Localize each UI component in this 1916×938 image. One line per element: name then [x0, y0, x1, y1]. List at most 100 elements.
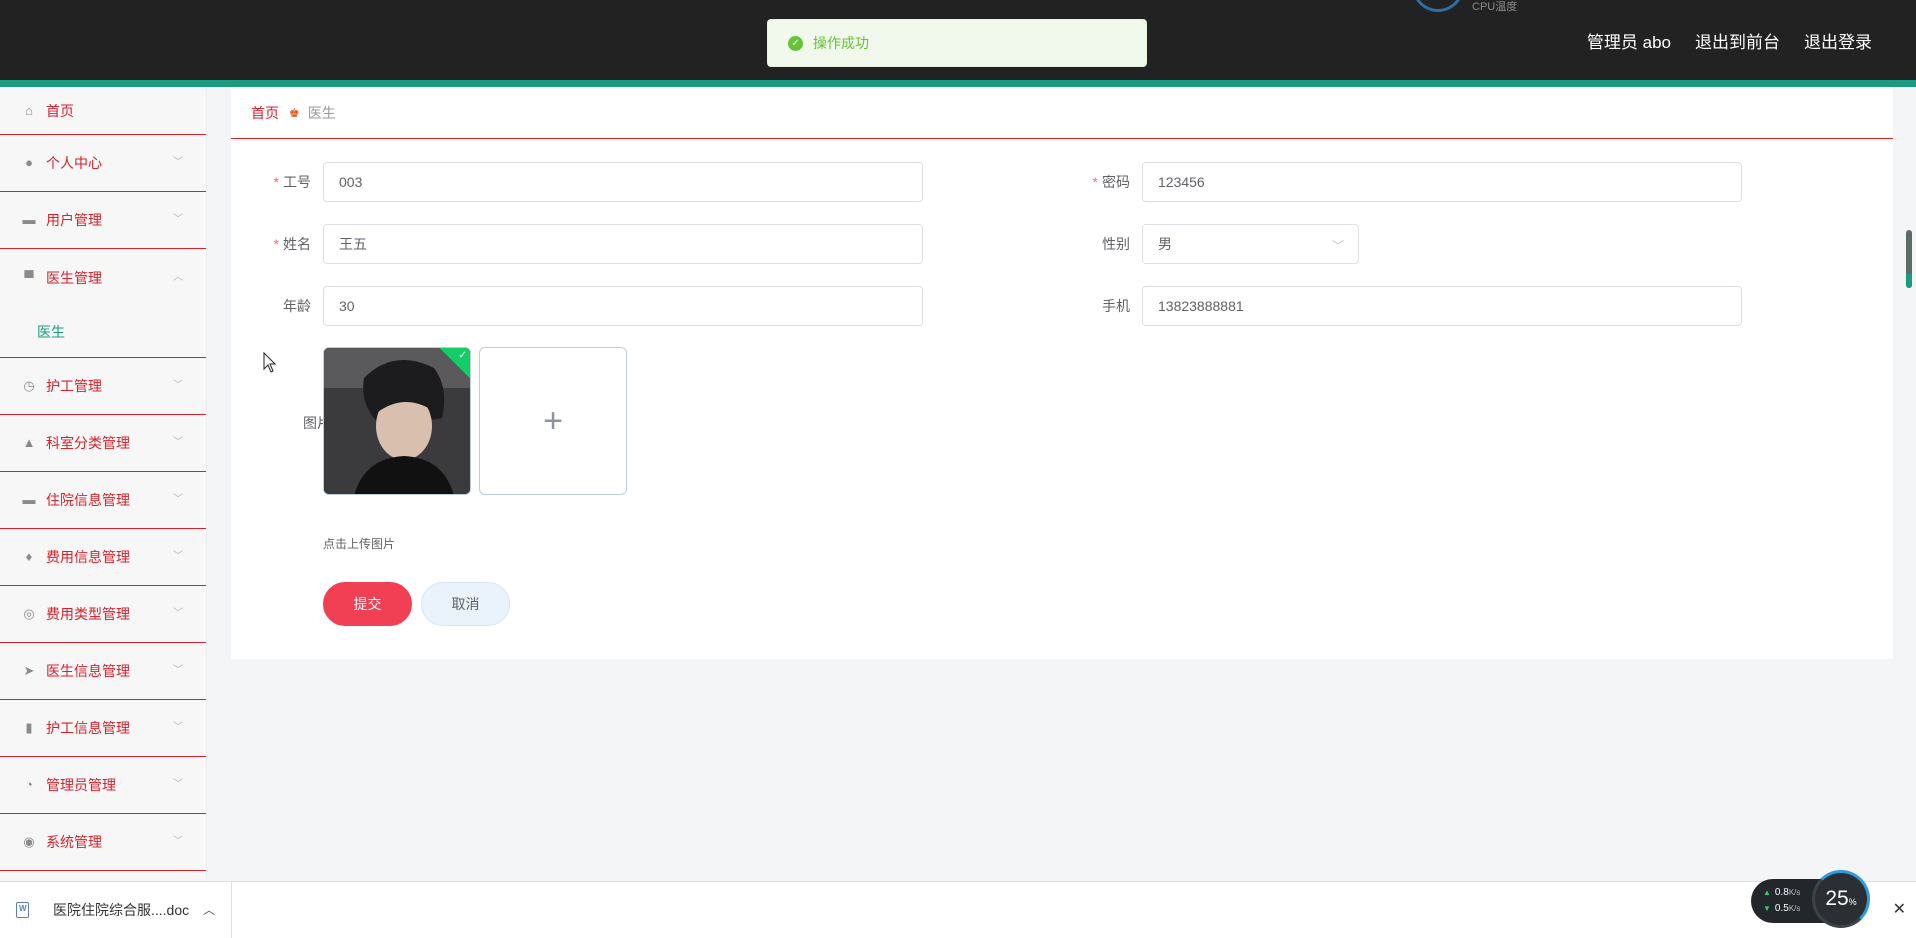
password-row: * 密码 123456: [1080, 162, 1742, 202]
breadcrumb: 首页 ♚ 医生: [231, 87, 1893, 139]
sidebar-item-doctor-info[interactable]: ➤ 医生信息管理 ﹀: [0, 643, 206, 700]
close-icon[interactable]: ✕: [1893, 899, 1906, 919]
sidebar-item-label: 护工管理: [46, 378, 102, 394]
toast-message: 操作成功: [813, 35, 869, 51]
sidebar-item-label: 个人中心: [46, 155, 102, 171]
breadcrumb-current: 医生: [307, 104, 336, 121]
sidebar-item-expense-info[interactable]: ♦ 费用信息管理 ﹀: [0, 529, 206, 586]
sidebar-item-label: 科室分类管理: [46, 435, 130, 451]
uploaded-image-thumbnail[interactable]: ✓: [323, 347, 471, 495]
dial-icon: ◎: [23, 606, 35, 621]
download-bar: 医院住院综合服....doc ︿ ✕: [0, 881, 1916, 938]
page-scrollbar[interactable]: [1906, 230, 1912, 288]
cancel-button[interactable]: 取消: [421, 582, 510, 626]
chevron-down-icon: ﹀: [173, 608, 183, 619]
gender-label: 性别: [1102, 236, 1130, 252]
gender-select[interactable]: 男 ﹀: [1142, 224, 1359, 264]
sidebar-item-personal-center[interactable]: ● 个人中心 ﹀: [0, 135, 206, 192]
age-input[interactable]: 30: [323, 286, 923, 326]
microphone-icon: ♦: [25, 549, 33, 564]
sidebar-item-system-management[interactable]: ◉ 系统管理 ﹀: [0, 814, 206, 871]
header-links: 管理员 abo 退出到前台 退出登录: [1587, 28, 1872, 53]
gender-select-value: 男: [1158, 236, 1172, 252]
sidebar-subitem-doctor[interactable]: 医生: [0, 306, 206, 358]
chevron-down-icon: ﹀: [173, 494, 183, 505]
chevron-up-icon[interactable]: ︿: [203, 901, 215, 918]
sidebar-item-user-management[interactable]: ▬ 用户管理 ﹀: [0, 192, 206, 249]
sidebar-item-admin-management[interactable]: ◔ 管理员管理 ﹀: [0, 757, 206, 814]
plus-icon: +: [543, 401, 563, 440]
chat-icon: ▬: [22, 492, 36, 507]
logout-link[interactable]: 退出登录: [1804, 28, 1872, 53]
sidebar-item-label: 系统管理: [46, 834, 102, 850]
header-accent-bar: [0, 80, 1916, 87]
sidebar-item-nurse-management[interactable]: ◷ 护工管理 ﹀: [0, 358, 206, 415]
cpu-usage-gauge: 25 %: [1812, 870, 1870, 928]
upload-add-button[interactable]: +: [479, 347, 627, 495]
user-icon: ●: [25, 155, 33, 170]
cpu-temperature-label: CPU温度: [1472, 1, 1518, 13]
bar-chart-icon: ▮: [25, 720, 33, 735]
sidebar-item-department-category[interactable]: ▲ 科室分类管理 ﹀: [0, 415, 206, 472]
download-item[interactable]: 医院住院综合服....doc ︿: [0, 882, 232, 938]
download-speed: ▼ 0.5K/s: [1763, 903, 1801, 914]
doctor-form-panel: 首页 ♚ 医生 * 工号 003 * 密码 123456 * 姓名 王五 性别 男 ﹀…: [231, 87, 1893, 659]
sidebar-item-label: 护工信息管理: [46, 720, 130, 736]
sidebar-subitem-label: 医生: [37, 323, 65, 340]
sidebar-item-nurse-info[interactable]: ▮ 护工信息管理 ﹀: [0, 700, 206, 757]
age-label: 年龄: [283, 298, 311, 314]
age-row: 年龄 30: [261, 286, 923, 326]
cpu-usage-value: 25: [1825, 887, 1849, 910]
phone-row: 手机 13823888881: [1080, 286, 1742, 326]
breadcrumb-home-link[interactable]: 首页: [251, 103, 279, 123]
job-no-row: * 工号 003: [261, 162, 923, 202]
upload-tip: 点击上传图片: [323, 537, 396, 551]
password-input[interactable]: 123456: [1142, 162, 1742, 202]
sidebar-item-label: 医生信息管理: [46, 663, 130, 679]
check-circle-icon: ✓: [788, 35, 803, 51]
sidebar-menu: ⌂ 首页 ● 个人中心 ﹀ ▬ 用户管理 ﹀ ▀ 医生管理 ︿ 医生 ◷ 护工管…: [0, 87, 207, 881]
sidebar-item-label: 费用信息管理: [46, 549, 130, 565]
sidebar-item-label: 用户管理: [46, 212, 102, 228]
portrait-image: [324, 348, 470, 494]
job-no-input[interactable]: 003: [323, 162, 923, 202]
chevron-down-icon: ﹀: [173, 779, 183, 790]
chevron-down-icon: ﹀: [173, 214, 183, 225]
clock-icon: ◔: [25, 777, 33, 792]
success-toast: ✓ 操作成功: [767, 19, 1147, 67]
phone-input[interactable]: 13823888881: [1142, 286, 1742, 326]
sidebar-item-label: 费用类型管理: [46, 606, 130, 622]
cpu-ring-icon: [1412, 0, 1464, 12]
chevron-down-icon: ﹀: [173, 836, 183, 847]
chevron-down-icon: ﹀: [1331, 239, 1344, 253]
cpu-usage-unit: %: [1848, 897, 1857, 907]
download-file-name: 医院住院综合服....doc: [53, 902, 190, 918]
chevron-down-icon: ﹀: [173, 665, 183, 676]
sidebar-item-label: 首页: [46, 102, 74, 119]
chevron-down-icon: ﹀: [173, 437, 183, 448]
job-no-label: * 工号: [273, 174, 311, 190]
lifebuoy-icon: ◉: [23, 834, 35, 849]
chevron-down-icon: ﹀: [173, 722, 183, 733]
sidebar-item-hospitalization-info[interactable]: ▬ 住院信息管理 ﹀: [0, 472, 206, 529]
ticket-icon: ▬: [22, 212, 36, 227]
name-row: * 姓名 王五: [261, 224, 923, 264]
sidebar-item-doctor-management[interactable]: ▀ 医生管理 ︿: [0, 249, 206, 306]
sidebar-item-label: 管理员管理: [46, 777, 116, 793]
word-document-icon: [16, 902, 29, 918]
send-icon: ➤: [23, 663, 35, 678]
arrow-down-icon: ▼: [1763, 904, 1771, 913]
name-input[interactable]: 王五: [323, 224, 923, 264]
home-icon: ⌂: [25, 102, 33, 118]
breadcrumb-separator-icon: ♚: [289, 105, 300, 120]
chevron-down-icon: ﹀: [173, 551, 183, 562]
sidebar-item-home[interactable]: ⌂ 首页: [0, 87, 206, 135]
mouse-cursor-icon: [263, 352, 277, 373]
admin-user-link[interactable]: 管理员 abo: [1587, 28, 1671, 53]
arrow-up-icon: ▲: [1763, 888, 1771, 897]
submit-button[interactable]: 提交: [323, 582, 412, 626]
sidebar-item-expense-type[interactable]: ◎ 费用类型管理 ﹀: [0, 586, 206, 643]
exit-to-frontend-link[interactable]: 退出到前台: [1695, 28, 1780, 53]
password-label: * 密码: [1092, 174, 1130, 190]
gender-row: 性别 男 ﹀: [1080, 224, 1359, 264]
